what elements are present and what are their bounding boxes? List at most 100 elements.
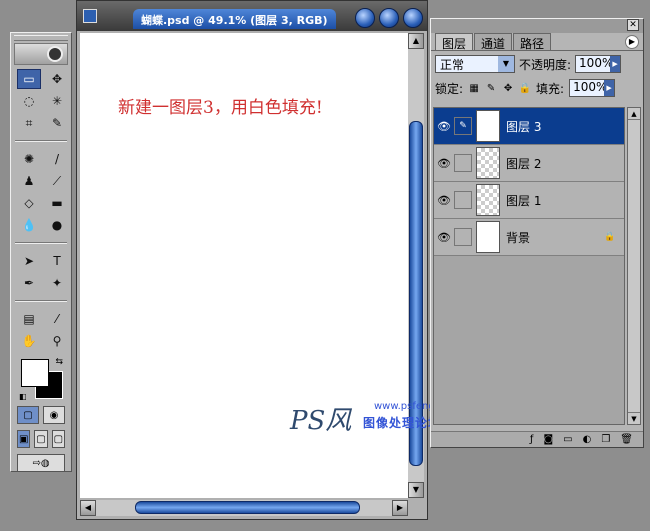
scroll-right-arrow-icon[interactable]: ▶ <box>392 500 408 516</box>
palette-tabs: 图层 通道 路径 ▶ <box>431 33 643 51</box>
horizontal-scrollbar[interactable]: ◀ ▶ <box>80 500 408 516</box>
layer-thumbnail <box>476 147 500 179</box>
horizontal-scroll-thumb[interactable] <box>135 501 360 514</box>
hand-tool-icon[interactable]: ✋ <box>17 331 41 351</box>
screen-mode-standard-button[interactable]: ▣ <box>17 430 31 448</box>
link-box-icon[interactable] <box>454 191 472 209</box>
close-button[interactable] <box>403 8 423 28</box>
move-tool-icon[interactable]: ✥ <box>45 69 69 89</box>
visibility-eye-icon[interactable]: 👁 <box>434 157 454 170</box>
type-tool-icon[interactable]: T <box>45 251 69 271</box>
layer-list: 👁 ✎ 图层 3 👁 图层 2 👁 图层 1 👁 背景 🔒 <box>433 107 625 425</box>
visibility-eye-icon[interactable]: 👁 <box>434 194 454 207</box>
shape-tool-icon[interactable]: ✦ <box>45 273 69 293</box>
lock-all-icon[interactable]: 🔒 <box>519 82 531 94</box>
blur-tool-icon[interactable]: 💧 <box>17 215 41 235</box>
layer-list-scrollbar[interactable]: ▲ ▼ <box>627 107 641 425</box>
lock-label: 锁定: <box>435 81 464 96</box>
toolbox-divider <box>15 242 67 244</box>
eyedropper-tool-icon[interactable]: ⁄ <box>45 309 69 329</box>
document-titlebar[interactable]: 蝴蝶.psd @ 49.1% (图层 3, RGB) <box>77 1 427 31</box>
tab-channels[interactable]: 通道 <box>474 33 513 51</box>
eraser-tool-icon[interactable]: ◇ <box>17 193 41 213</box>
jump-to-imageready-button[interactable]: ⇨◍ <box>17 454 65 472</box>
layer-row-layer3[interactable]: 👁 ✎ 图层 3 <box>434 108 624 145</box>
lock-position-icon[interactable]: ✥ <box>502 82 514 94</box>
swap-colors-icon[interactable]: ⇆ <box>55 357 63 367</box>
foreground-color-swatch[interactable] <box>21 359 49 387</box>
screen-mode-full-menu-button[interactable]: ▢ <box>34 430 48 448</box>
toolbox-logo[interactable] <box>14 43 68 65</box>
link-box-icon[interactable] <box>454 154 472 172</box>
layers-palette: ✕ 图层 通道 路径 ▶ 正常 ▼ 不透明度: 100% ▶ 锁定: ▦ ✎ ✥… <box>430 18 644 448</box>
scroll-left-arrow-icon[interactable]: ◀ <box>80 500 96 516</box>
fill-slider-arrow-icon[interactable]: ▶ <box>604 80 615 96</box>
new-set-icon[interactable]: ▭ <box>563 434 572 445</box>
zoom-tool-icon[interactable]: ⚲ <box>45 331 69 351</box>
lock-transparency-icon[interactable]: ▦ <box>468 82 480 94</box>
opacity-slider-arrow-icon[interactable]: ▶ <box>610 56 621 72</box>
marquee-tool-icon[interactable]: ▭ <box>17 69 41 89</box>
fill-label: 填充: <box>536 81 565 96</box>
brush-tool-icon[interactable]: / <box>45 149 69 169</box>
delete-layer-icon[interactable]: 🗑 <box>620 434 633 445</box>
scroll-up-arrow-icon[interactable]: ▲ <box>408 33 424 49</box>
notes-tool-icon[interactable]: ▤ <box>17 309 41 329</box>
fill-field[interactable]: 100% ▶ <box>569 79 616 97</box>
palette-close-icon[interactable]: ✕ <box>627 19 639 31</box>
default-colors-icon[interactable]: ◧ <box>19 392 27 401</box>
crop-tool-icon[interactable]: ⌗ <box>17 113 41 133</box>
opacity-field[interactable]: 100% ▶ <box>575 55 622 73</box>
visibility-eye-icon[interactable]: 👁 <box>434 120 454 133</box>
visibility-eye-icon[interactable]: 👁 <box>434 231 454 244</box>
layer-name: 图层 1 <box>506 193 542 208</box>
magic-wand-tool-icon[interactable]: ✳ <box>45 91 69 111</box>
new-layer-icon[interactable]: ❐ <box>601 434 610 445</box>
link-box-icon[interactable] <box>454 228 472 246</box>
layer-row-layer1[interactable]: 👁 图层 1 <box>434 182 624 219</box>
blend-mode-select[interactable]: 正常 ▼ <box>435 55 515 73</box>
history-brush-tool-icon[interactable]: ⟋ <box>45 171 69 191</box>
path-select-tool-icon[interactable]: ➤ <box>17 251 41 271</box>
dodge-tool-icon[interactable]: ● <box>45 215 69 235</box>
eye-logo-icon <box>47 46 63 62</box>
palette-bottom-bar: ƒ ◙ ▭ ◐ ❐ 🗑 <box>431 431 643 447</box>
color-swatches: ⇆ ◧ <box>17 357 65 401</box>
opacity-label: 不透明度: <box>519 57 572 72</box>
watermark-logo: PS风 <box>290 406 352 436</box>
scroll-up-arrow-icon[interactable]: ▲ <box>628 108 640 120</box>
stamp-tool-icon[interactable]: ♟ <box>17 171 41 191</box>
minimize-button[interactable] <box>355 8 375 28</box>
quick-mask-mode-button[interactable]: ◉ <box>43 406 65 424</box>
tab-layers[interactable]: 图层 <box>435 33 474 51</box>
layer-row-layer2[interactable]: 👁 图层 2 <box>434 145 624 182</box>
tab-paths[interactable]: 路径 <box>513 33 552 51</box>
palette-menu-icon[interactable]: ▶ <box>625 35 639 49</box>
pen-tool-icon[interactable]: ✒ <box>17 273 41 293</box>
add-mask-icon[interactable]: ◙ <box>543 434 553 445</box>
slice-tool-icon[interactable]: ✎ <box>45 113 69 133</box>
adjustment-layer-icon[interactable]: ◐ <box>583 434 592 445</box>
healing-brush-tool-icon[interactable]: ✺ <box>17 149 41 169</box>
toolbox-grip[interactable] <box>14 35 68 41</box>
toolbox: ▭ ✥ ◌ ✳ ⌗ ✎ ✺ / ♟ ⟋ ◇ ▬ 💧 ● ➤ T ✒ ✦ ▤ ⁄ … <box>10 32 72 472</box>
layer-row-background[interactable]: 👁 背景 🔒 <box>434 219 624 256</box>
chevron-down-icon[interactable]: ▼ <box>498 56 514 72</box>
photoshop-app-icon <box>83 9 97 23</box>
lock-icon: 🔒 <box>604 232 616 242</box>
brush-link-icon[interactable]: ✎ <box>454 117 472 135</box>
palette-titlebar[interactable]: ✕ <box>431 19 643 33</box>
layer-style-icon[interactable]: ƒ <box>530 434 534 445</box>
gradient-tool-icon[interactable]: ▬ <box>45 193 69 213</box>
scroll-down-arrow-icon[interactable]: ▼ <box>628 412 640 424</box>
standard-mode-button[interactable]: ▢ <box>17 406 39 424</box>
lock-pixels-icon[interactable]: ✎ <box>485 82 497 94</box>
image-canvas[interactable]: 新建一图层3，用白色填充! <box>80 33 408 498</box>
canvas-caption-text: 新建一图层3，用白色填充! <box>118 98 323 118</box>
layer-thumbnail <box>476 184 500 216</box>
maximize-button[interactable] <box>379 8 399 28</box>
lasso-tool-icon[interactable]: ◌ <box>17 91 41 111</box>
screen-mode-full-button[interactable]: ▢ <box>51 430 65 448</box>
toolbox-divider <box>15 140 67 142</box>
scroll-down-arrow-icon[interactable]: ▼ <box>408 482 424 498</box>
